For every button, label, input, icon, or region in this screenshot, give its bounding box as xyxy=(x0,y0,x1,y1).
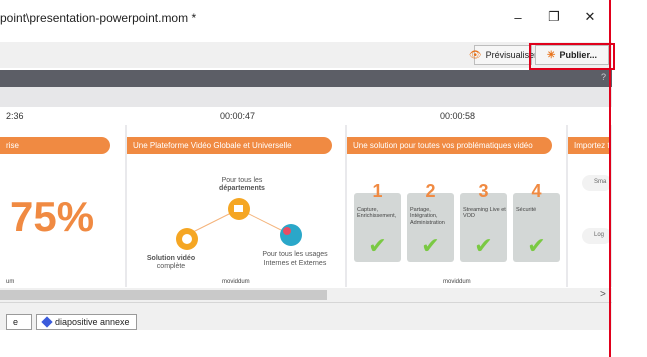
eye-icon: 👁 xyxy=(468,49,482,61)
red-guide-line xyxy=(609,0,611,357)
scrollbar-thumb[interactable] xyxy=(0,290,327,300)
slide-thumbnail-2[interactable]: Une Plateforme Vidéo Globale et Universe… xyxy=(127,125,345,287)
slide-thumbnail-1[interactable]: rise 75% um xyxy=(0,125,125,287)
scroll-right-icon[interactable]: > xyxy=(600,289,606,300)
big-percentage: 75% xyxy=(10,193,95,240)
card-number: 3 xyxy=(478,181,489,201)
timecode-2: 00:00:47 xyxy=(220,111,256,121)
card-text: Capture, Enrichissement, xyxy=(357,207,397,220)
preview-button[interactable]: 👁 Prévisualiser xyxy=(469,45,537,65)
slide-logo: moviddum xyxy=(222,279,250,285)
slide-logo: moviddum xyxy=(443,279,471,285)
slide-logo: um xyxy=(6,279,15,285)
slide-item-1: Sma xyxy=(582,175,609,191)
timecode-1: 2:36 xyxy=(6,111,24,121)
minimize-button[interactable]: – xyxy=(500,4,536,30)
timecode-3: 00:00:58 xyxy=(440,111,476,121)
sub-header-bar xyxy=(0,87,612,107)
departments-text-2: départements xyxy=(219,185,265,192)
card-number: 2 xyxy=(425,181,436,201)
chip-label: e xyxy=(13,317,19,327)
slide-banner: Importez t xyxy=(568,137,609,154)
usages-text-1: Pour tous les usages xyxy=(262,251,328,258)
help-button[interactable]: ? xyxy=(601,72,606,82)
header-bar: ? xyxy=(0,70,612,87)
slide-item-2: Log xyxy=(582,228,609,244)
usages-text-2: Internes et Externes xyxy=(263,260,327,267)
slide-thumbnail-3[interactable]: Une solution pour toutes vos problématiq… xyxy=(347,125,566,287)
feature-card-3: 3 Streaming Live et VOD ✔ xyxy=(460,181,507,262)
slide-thumbnail-4[interactable]: Importez t Sma Log xyxy=(568,125,609,287)
card-number: 1 xyxy=(372,181,383,201)
card-number: 4 xyxy=(531,181,542,201)
maximize-button[interactable]: ❐ xyxy=(536,4,572,30)
departments-text-1: Pour tous les xyxy=(221,177,263,184)
annex-label: diapositive annexe xyxy=(55,317,130,327)
slide-banner: Une Plateforme Vidéo Globale et Universe… xyxy=(127,137,332,154)
close-button[interactable]: ✕ xyxy=(572,4,608,30)
globe-icon xyxy=(280,224,302,246)
slide-chip-previous[interactable]: e xyxy=(6,314,32,330)
solution-text-2: complète xyxy=(156,263,186,270)
solution-text-1: Solution vidéo xyxy=(146,255,196,262)
diamond-icon xyxy=(41,316,53,328)
feature-card-4: 4 Sécurité ✔ xyxy=(513,181,560,262)
window-title: point\presentation-powerpoint.mom * xyxy=(0,11,197,25)
feature-card-2: 2 Partage, Intégration, Administration ✔ xyxy=(407,181,454,262)
card-text: Streaming Live et VOD xyxy=(463,207,506,220)
annex-slide-chip[interactable]: diapositive annexe xyxy=(36,314,137,330)
feature-card-1: 1 Capture, Enrichissement, ✔ xyxy=(354,181,401,262)
app-window: point\presentation-powerpoint.mom * – ❐ … xyxy=(0,0,647,357)
card-text: Partage, Intégration, Administration xyxy=(410,207,445,226)
slide-banner: Une solution pour toutes vos problématiq… xyxy=(347,137,552,154)
card-text: Sécurité xyxy=(516,207,537,213)
timeline xyxy=(0,107,612,125)
check-icon: ✔ xyxy=(421,233,440,258)
check-icon: ✔ xyxy=(527,233,546,258)
check-icon: ✔ xyxy=(368,233,387,258)
check-icon: ✔ xyxy=(474,233,493,258)
publish-highlight-box xyxy=(529,43,615,70)
slide-banner: rise xyxy=(0,137,110,154)
